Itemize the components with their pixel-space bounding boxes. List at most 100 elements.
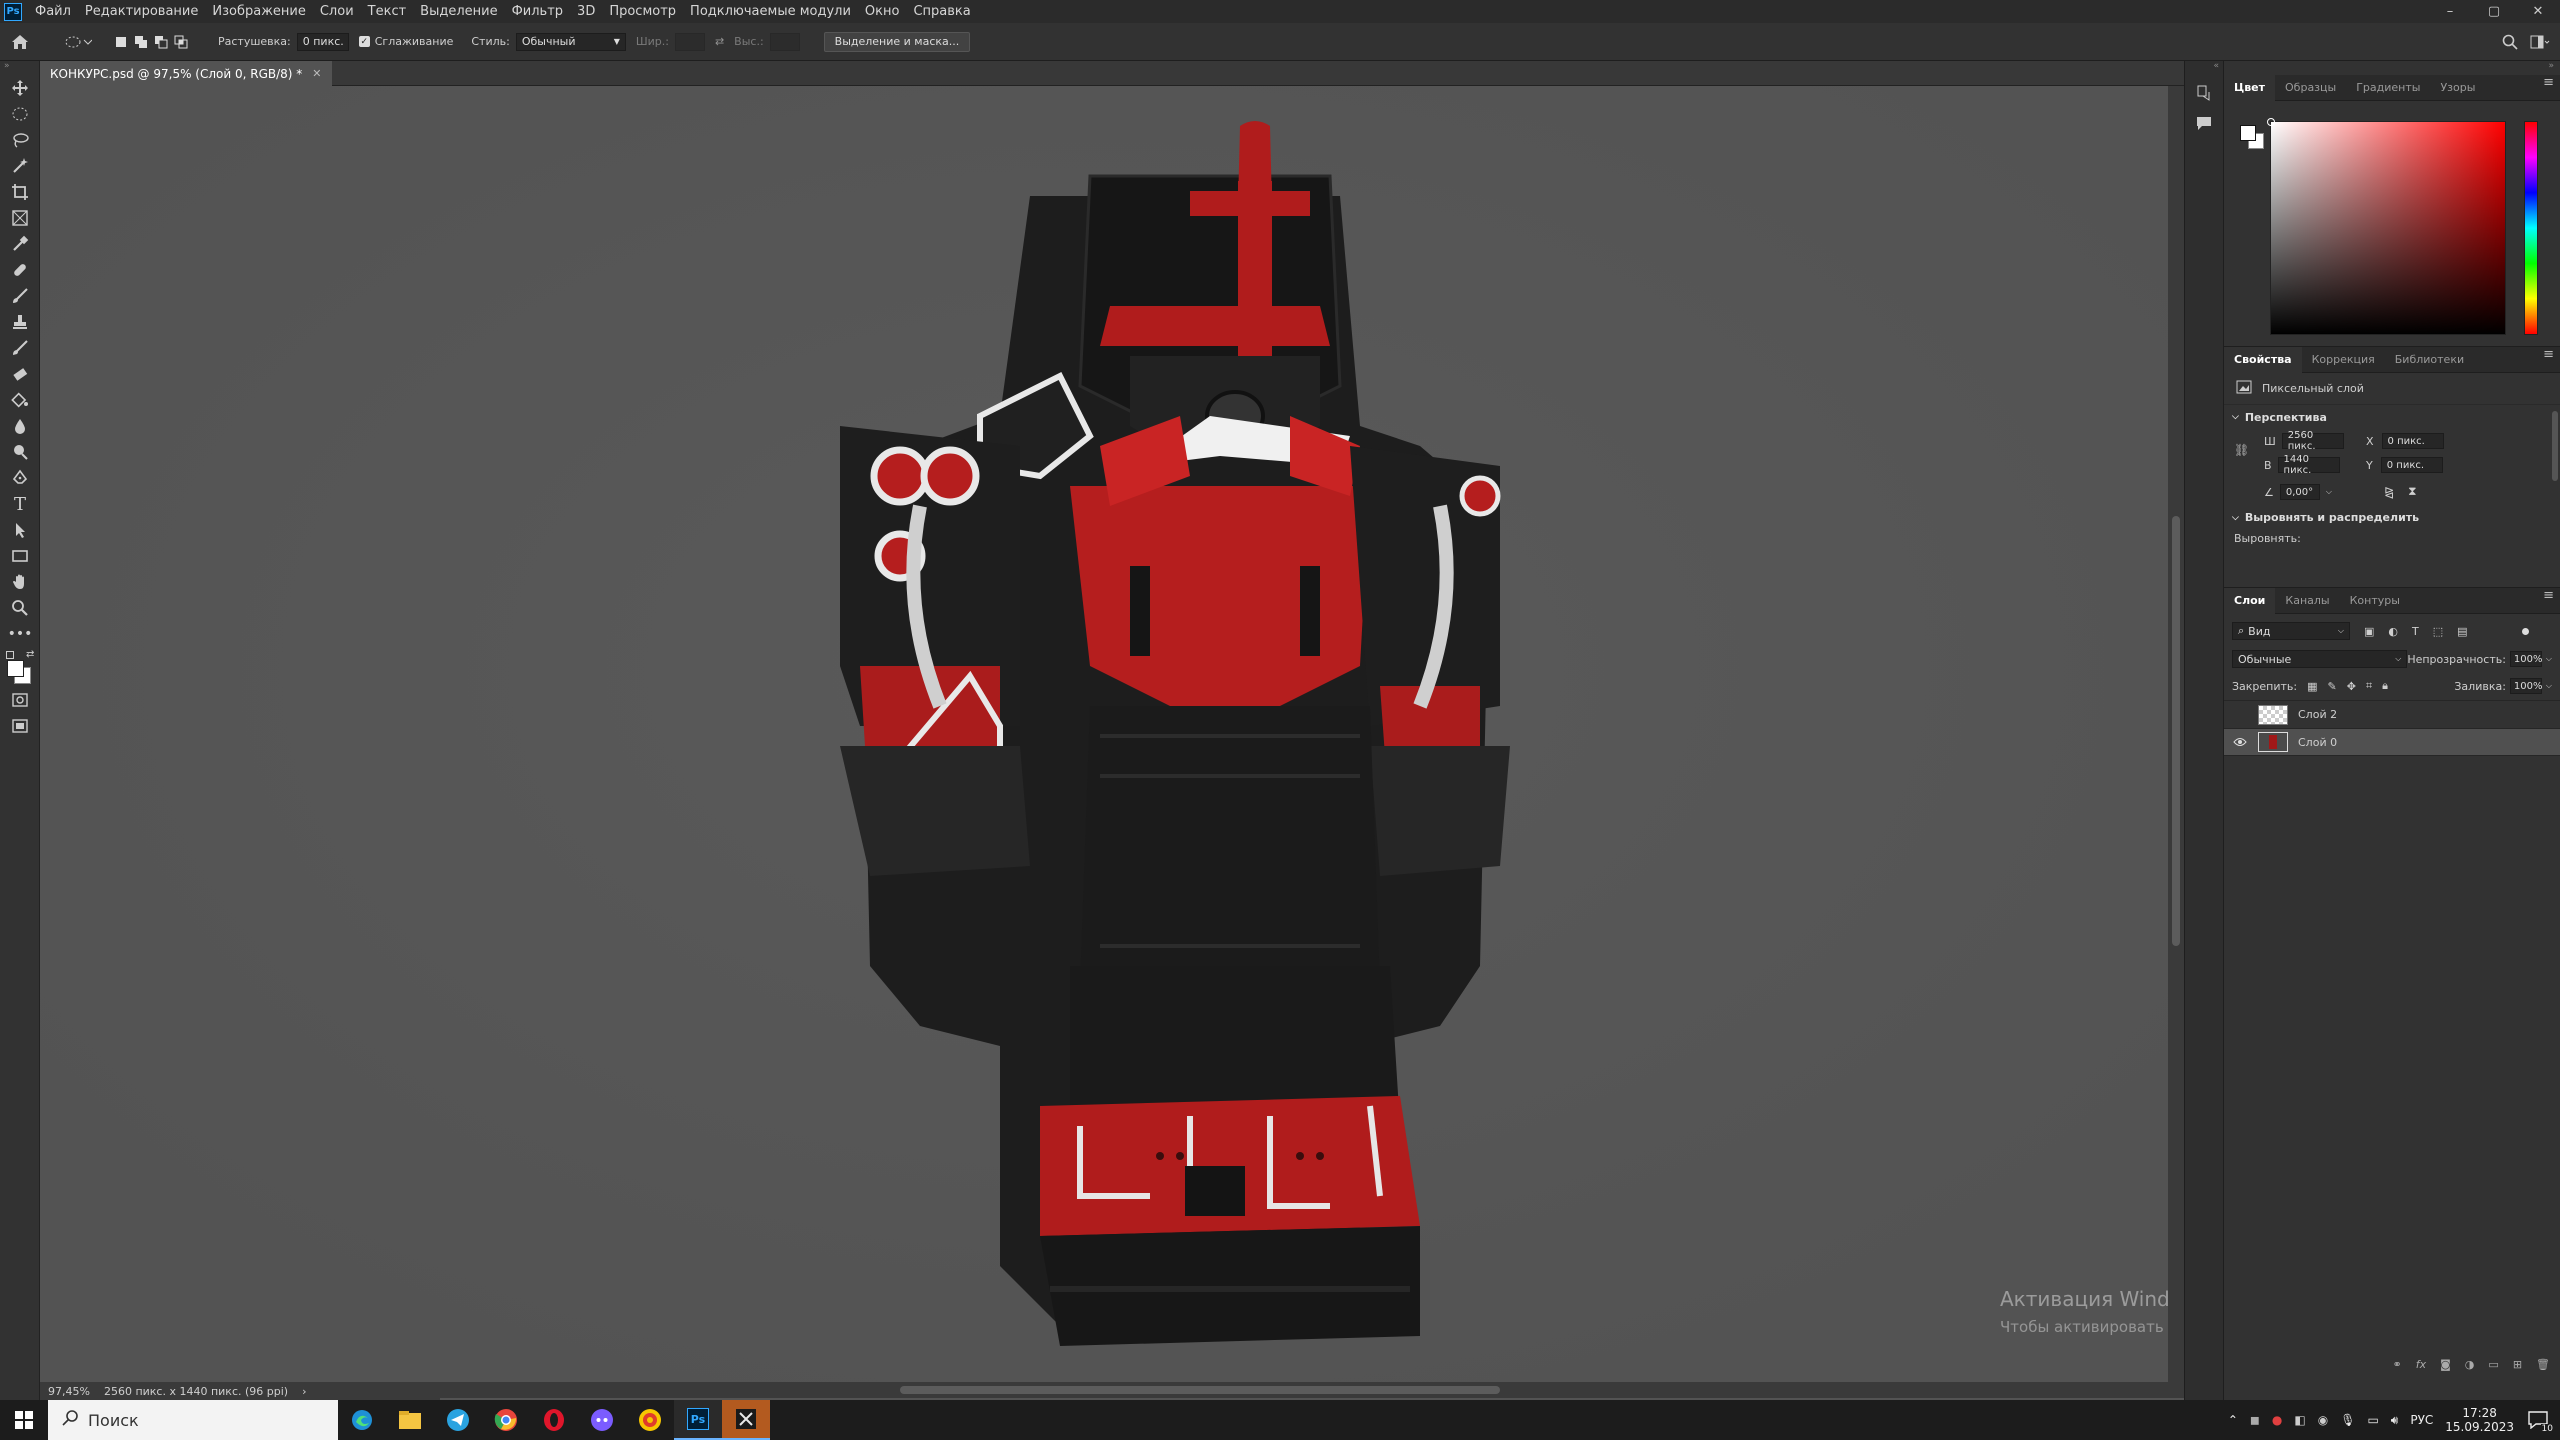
angle-input[interactable]: 0,00° — [2279, 484, 2320, 500]
path-selection-tool-icon[interactable] — [0, 517, 40, 543]
photoshop-logo-icon[interactable]: Ps — [4, 2, 22, 21]
filter-pixel-icon[interactable]: ▣ — [2364, 625, 2374, 638]
zoom-level[interactable]: 97,45% — [48, 1385, 90, 1398]
elliptical-marquee-tool-icon[interactable] — [0, 101, 40, 127]
discord-icon[interactable] — [578, 1400, 626, 1440]
menu-type[interactable]: Текст — [361, 4, 414, 19]
volume-icon[interactable]: 🔊︎ — [2391, 1413, 2399, 1428]
language-indicator[interactable]: РУС — [2410, 1413, 2433, 1427]
close-tab-icon[interactable]: ✕ — [312, 67, 321, 80]
expand-panels-icon[interactable]: « — [2185, 61, 2223, 75]
eyedropper-tool-icon[interactable] — [0, 231, 40, 257]
collapse-panels-icon[interactable]: » — [2224, 61, 2560, 75]
network-icon[interactable]: ▭ — [2367, 1413, 2378, 1427]
link-layers-icon[interactable]: ⚭ — [2393, 1358, 2402, 1371]
add-mask-icon[interactable]: ◙ — [2440, 1358, 2451, 1371]
feather-input[interactable]: 0 пикс. — [296, 32, 349, 51]
vertical-scroll-thumb[interactable] — [2172, 516, 2180, 946]
layer-style-icon[interactable]: fx — [2416, 1358, 2426, 1371]
foreground-color-swatch[interactable] — [7, 660, 24, 677]
select-and-mask-button[interactable]: Выделение и маска... — [823, 31, 971, 52]
tab-libraries[interactable]: Библиотеки — [2385, 347, 2474, 373]
menu-edit[interactable]: Редактирование — [78, 4, 205, 19]
filter-adjustment-icon[interactable]: ◐ — [2388, 625, 2398, 638]
style-select[interactable]: Обычный ▼ — [515, 32, 626, 51]
dodge-tool-icon[interactable] — [0, 439, 40, 465]
tray-app-icon[interactable]: ◧ — [2294, 1413, 2305, 1427]
lock-transparent-icon[interactable]: ▦ — [2307, 680, 2317, 693]
lock-all-icon[interactable]: 🔒︎ — [2382, 679, 2388, 693]
default-colors-icon[interactable] — [6, 651, 14, 659]
comments-panel-icon[interactable] — [2194, 113, 2214, 133]
photoshop-taskbar-icon[interactable]: Ps — [674, 1400, 722, 1440]
new-selection-icon[interactable] — [114, 35, 128, 49]
lock-artboard-icon[interactable]: ⌗ — [2366, 679, 2372, 693]
new-layer-icon[interactable]: ⊞ — [2513, 1358, 2522, 1371]
tray-app-icon[interactable]: ◉ — [2318, 1413, 2328, 1427]
healing-brush-tool-icon[interactable] — [0, 257, 40, 283]
menu-select[interactable]: Выделение — [413, 4, 504, 19]
brush-tool-icon[interactable] — [0, 283, 40, 309]
filter-type-icon[interactable]: T — [2412, 625, 2419, 638]
color-picker-cursor[interactable] — [2267, 118, 2275, 126]
minimize-button[interactable]: – — [2428, 0, 2472, 23]
fill-input[interactable]: 100% — [2509, 678, 2543, 694]
frame-tool-icon[interactable] — [0, 205, 40, 231]
hue-slider[interactable] — [2524, 121, 2538, 335]
tab-swatches[interactable]: Образцы — [2275, 75, 2346, 101]
eraser-tool-icon[interactable] — [0, 361, 40, 387]
lock-position-icon[interactable]: ✥ — [2347, 680, 2356, 693]
panel-menu-icon[interactable]: ≡ — [2543, 75, 2554, 90]
screen-mode-icon[interactable] — [0, 713, 40, 739]
menu-plugins[interactable]: Подключаемые модули — [683, 4, 858, 19]
width-input[interactable] — [674, 32, 705, 51]
chevron-down-icon[interactable]: ⌵ — [2546, 681, 2552, 691]
lasso-tool-icon[interactable] — [0, 127, 40, 153]
opera-icon[interactable] — [530, 1400, 578, 1440]
zoom-tool-icon[interactable] — [0, 595, 40, 621]
marquee-tool-preset-icon[interactable] — [64, 35, 92, 49]
quick-mask-icon[interactable] — [0, 687, 40, 713]
clone-stamp-tool-icon[interactable] — [0, 309, 40, 335]
y-input[interactable]: 0 пикс. — [2380, 457, 2443, 473]
tab-color[interactable]: Цвет — [2224, 74, 2276, 101]
tab-patterns[interactable]: Узоры — [2430, 75, 2485, 101]
align-section-header[interactable]: ⌵ Выровнять и распределить — [2232, 511, 2419, 524]
workspace-icon[interactable] — [2530, 35, 2550, 49]
link-dimensions-icon[interactable]: ⛓ — [2234, 443, 2249, 457]
transform-section-header[interactable]: ⌵ Перспектива — [2224, 405, 2560, 429]
tray-app-icon[interactable]: ◼ — [2250, 1413, 2260, 1427]
hand-tool-icon[interactable] — [0, 569, 40, 595]
tab-adjustments[interactable]: Коррекция — [2302, 347, 2385, 373]
blend-mode-select[interactable]: Обычные ⌵ — [2232, 650, 2408, 668]
clock[interactable]: 17:28 15.09.2023 — [2445, 1406, 2514, 1434]
home-icon[interactable] — [0, 34, 40, 50]
search-icon[interactable] — [2502, 34, 2518, 50]
menu-filter[interactable]: Фильтр — [505, 4, 570, 19]
app-taskbar-icon[interactable] — [722, 1400, 770, 1440]
layer-name[interactable]: Слой 2 — [2298, 708, 2337, 721]
move-tool-icon[interactable] — [0, 75, 40, 101]
add-selection-icon[interactable] — [134, 35, 148, 49]
close-button[interactable]: ✕ — [2516, 0, 2560, 23]
pen-tool-icon[interactable] — [0, 465, 40, 491]
eye-icon[interactable] — [2232, 737, 2248, 747]
delete-layer-icon[interactable]: 🗑︎ — [2536, 1358, 2550, 1371]
swap-dimensions-icon[interactable]: ⇄ — [715, 35, 724, 48]
yandex-browser-icon[interactable] — [626, 1400, 674, 1440]
tray-chevron-up-icon[interactable]: ⌃ — [2228, 1413, 2238, 1427]
document-canvas[interactable]: Активация Windows Чтобы активировать Win… — [40, 86, 2168, 1382]
file-explorer-icon[interactable] — [386, 1400, 434, 1440]
menu-window[interactable]: Окно — [858, 4, 907, 19]
tab-properties[interactable]: Свойства — [2224, 346, 2302, 373]
w-input[interactable]: 2560 пикс. — [2281, 430, 2344, 452]
menu-help[interactable]: Справка — [906, 4, 977, 19]
maximize-button[interactable]: ▢ — [2472, 0, 2516, 23]
telegram-icon[interactable] — [434, 1400, 482, 1440]
chrome-icon[interactable] — [482, 1400, 530, 1440]
height-input[interactable] — [769, 32, 800, 51]
document-tab[interactable]: КОНКУРС.psd @ 97,5% (Слой 0, RGB/8) * ✕ — [40, 61, 332, 86]
more-tools-icon[interactable]: ••• — [0, 621, 40, 647]
swap-colors-icon[interactable]: ⇄ — [26, 649, 34, 660]
chevron-down-icon[interactable]: ⌵ — [2326, 487, 2332, 497]
